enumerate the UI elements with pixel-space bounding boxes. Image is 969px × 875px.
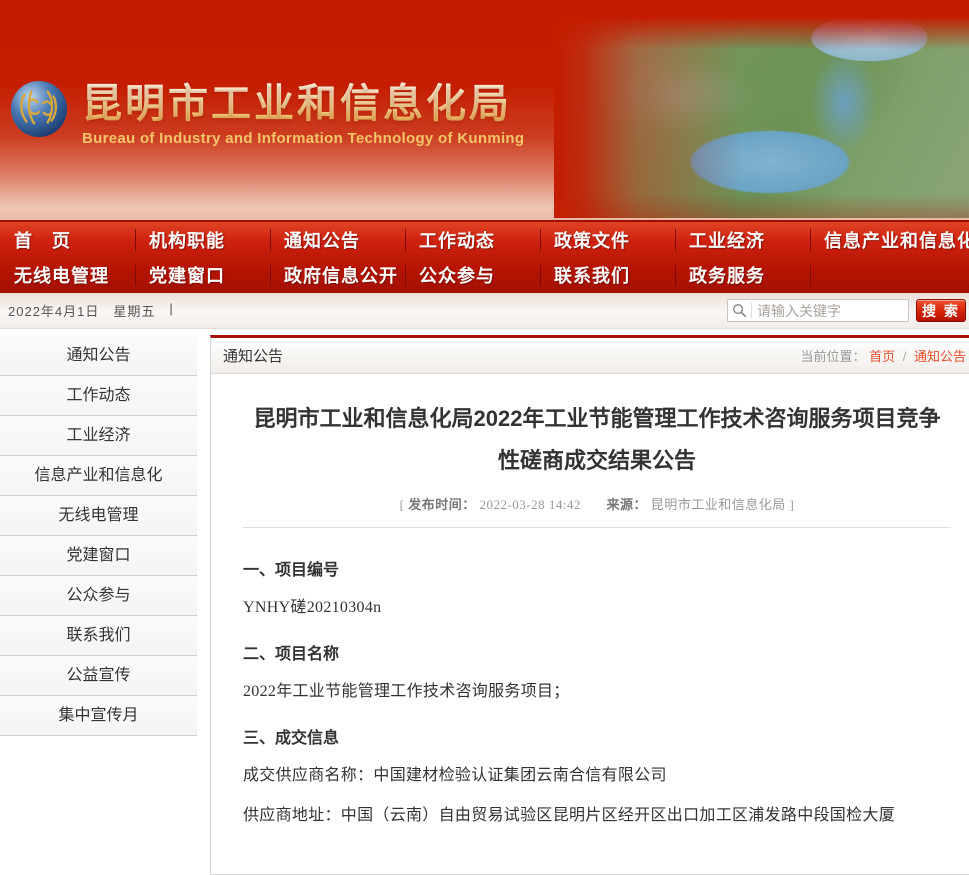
article-paragraph: YNHY磋20210304n bbox=[243, 596, 951, 620]
article-meta: [ 发布时间： 2022-03-28 14:42 来源： 昆明市工业和信息化局 … bbox=[243, 494, 951, 528]
sidebar-item[interactable]: 党建窗口 bbox=[0, 536, 197, 576]
sidebar-item[interactable]: 公益宣传 bbox=[0, 656, 197, 696]
article-section: 三、成交信息 成交供应商名称：中国建材检验认证集团云南合信有限公司供应商地址：中… bbox=[243, 724, 951, 828]
article-section: 二、项目名称 2022年工业节能管理工作技术咨询服务项目； bbox=[243, 640, 951, 704]
main-nav: 首 页机构职能通知公告工作动态政策文件工业经济信息产业和信息化无线电管理党建窗口… bbox=[0, 222, 969, 293]
search-button[interactable]: 搜 索 bbox=[916, 299, 966, 322]
article-title: 昆明市工业和信息化局2022年工业节能管理工作技术咨询服务项目竞争性磋商成交结果… bbox=[243, 398, 951, 482]
nav-item[interactable]: 通知公告 bbox=[270, 222, 405, 258]
search-input[interactable] bbox=[757, 303, 904, 319]
section-heading: 一、项目编号 bbox=[243, 556, 951, 580]
sidebar-menu: 通知公告 工作动态 工业经济 信息产业和信息化 无线电管理 党建窗口 公众参与 … bbox=[0, 336, 197, 736]
source-label: 来源： bbox=[607, 497, 648, 512]
site-title: 昆明市工业和信息化局 bbox=[82, 82, 524, 126]
page: 昆明市工业和信息化局 Bureau of Industry and Inform… bbox=[0, 0, 969, 875]
breadcrumb-prefix: 当前位置： bbox=[800, 349, 865, 364]
search-divider bbox=[751, 303, 752, 318]
search-area: 搜 索 bbox=[727, 299, 966, 322]
nav-item[interactable]: 联系我们 bbox=[540, 258, 675, 294]
sidebar-item[interactable]: 联系我们 bbox=[0, 616, 197, 656]
site-subtitle: Bureau of Industry and Information Techn… bbox=[82, 130, 524, 147]
utility-bar: 2022年4月1日 星期五 | 搜 索 bbox=[0, 293, 969, 329]
site-logo-icon bbox=[10, 80, 68, 138]
nav-item[interactable]: 工作动态 bbox=[405, 222, 540, 258]
breadcrumb-current-link[interactable]: 通知公告 bbox=[914, 349, 966, 364]
nav-item[interactable]: 政务服务 bbox=[675, 258, 810, 294]
article-paragraph: 2022年工业节能管理工作技术咨询服务项目； bbox=[243, 680, 951, 704]
section-paragraphs: 成交供应商名称：中国建材检验认证集团云南合信有限公司供应商地址：中国（云南）自由… bbox=[243, 764, 951, 828]
nav-item-empty bbox=[810, 258, 969, 294]
sidebar-item[interactable]: 工作动态 bbox=[0, 376, 197, 416]
section-tab-label: 通知公告 bbox=[223, 345, 283, 366]
section-heading: 二、项目名称 bbox=[243, 640, 951, 664]
date-line: 2022年4月1日 星期五 | bbox=[8, 301, 174, 320]
breadcrumb-separator: / bbox=[899, 349, 911, 364]
brand-text: 昆明市工业和信息化局 Bureau of Industry and Inform… bbox=[82, 80, 524, 147]
section-paragraphs: 2022年工业节能管理工作技术咨询服务项目； bbox=[243, 680, 951, 704]
article: 昆明市工业和信息化局2022年工业节能管理工作技术咨询服务项目竞争性磋商成交结果… bbox=[211, 374, 969, 874]
nav-item[interactable]: 工业经济 bbox=[675, 222, 810, 258]
section-heading: 三、成交信息 bbox=[243, 724, 951, 748]
source-value: 昆明市工业和信息化局 bbox=[651, 497, 786, 512]
nav-item[interactable]: 机构职能 bbox=[135, 222, 270, 258]
current-weekday: 星期五 bbox=[113, 301, 155, 320]
nav-item[interactable]: 党建窗口 bbox=[135, 258, 270, 294]
nav-item[interactable]: 首 页 bbox=[0, 222, 135, 258]
main-content-box: 通知公告 当前位置： 首页 / 通知公告 昆明市工业和信息化局2022年工业节能… bbox=[210, 335, 969, 875]
breadcrumb: 当前位置： 首页 / 通知公告 bbox=[800, 346, 966, 365]
article-paragraph: 供应商地址：中国（云南）自由贸易试验区昆明片区经开区出口加工区浦发路中段国检大厦 bbox=[243, 804, 951, 828]
meta-bracket-open: [ bbox=[400, 497, 405, 512]
section-paragraphs: YNHY磋20210304n bbox=[243, 596, 951, 620]
sidebar-item[interactable]: 信息产业和信息化 bbox=[0, 456, 197, 496]
nav-item[interactable]: 公众参与 bbox=[405, 258, 540, 294]
site-banner: 昆明市工业和信息化局 Bureau of Industry and Inform… bbox=[0, 0, 969, 222]
sidebar-item[interactable]: 工业经济 bbox=[0, 416, 197, 456]
sidebar-item[interactable]: 通知公告 bbox=[0, 336, 197, 376]
site-brand[interactable]: 昆明市工业和信息化局 Bureau of Industry and Inform… bbox=[10, 80, 524, 147]
date-divider: | bbox=[169, 301, 173, 320]
article-paragraph: 成交供应商名称：中国建材检验认证集团云南合信有限公司 bbox=[243, 764, 951, 788]
content-area: 通知公告 工作动态 工业经济 信息产业和信息化 无线电管理 党建窗口 公众参与 … bbox=[0, 329, 969, 875]
nav-item[interactable]: 无线电管理 bbox=[0, 258, 135, 294]
sidebar-item[interactable]: 公众参与 bbox=[0, 576, 197, 616]
publish-time-value: 2022-03-28 14:42 bbox=[479, 497, 581, 512]
article-body: 一、项目编号 YNHY磋20210304n 二、项目名称 2022年工业节能管理… bbox=[243, 528, 951, 828]
nav-item[interactable]: 信息产业和信息化 bbox=[810, 222, 969, 258]
publish-time-label: 发布时间： bbox=[408, 497, 476, 512]
search-box[interactable] bbox=[727, 299, 909, 322]
search-icon bbox=[732, 303, 747, 318]
current-date: 2022年4月1日 bbox=[8, 301, 99, 320]
sidebar-item[interactable]: 无线电管理 bbox=[0, 496, 197, 536]
section-tab-bar: 通知公告 当前位置： 首页 / 通知公告 bbox=[211, 338, 969, 374]
nav-item[interactable]: 政策文件 bbox=[540, 222, 675, 258]
sidebar-item[interactable]: 集中宣传月 bbox=[0, 696, 197, 736]
nav-item[interactable]: 政府信息公开 bbox=[270, 258, 405, 294]
header-cityscape-image bbox=[554, 18, 969, 218]
article-section: 一、项目编号 YNHY磋20210304n bbox=[243, 556, 951, 620]
breadcrumb-home-link[interactable]: 首页 bbox=[869, 349, 895, 364]
meta-bracket-close: ] bbox=[790, 497, 795, 512]
